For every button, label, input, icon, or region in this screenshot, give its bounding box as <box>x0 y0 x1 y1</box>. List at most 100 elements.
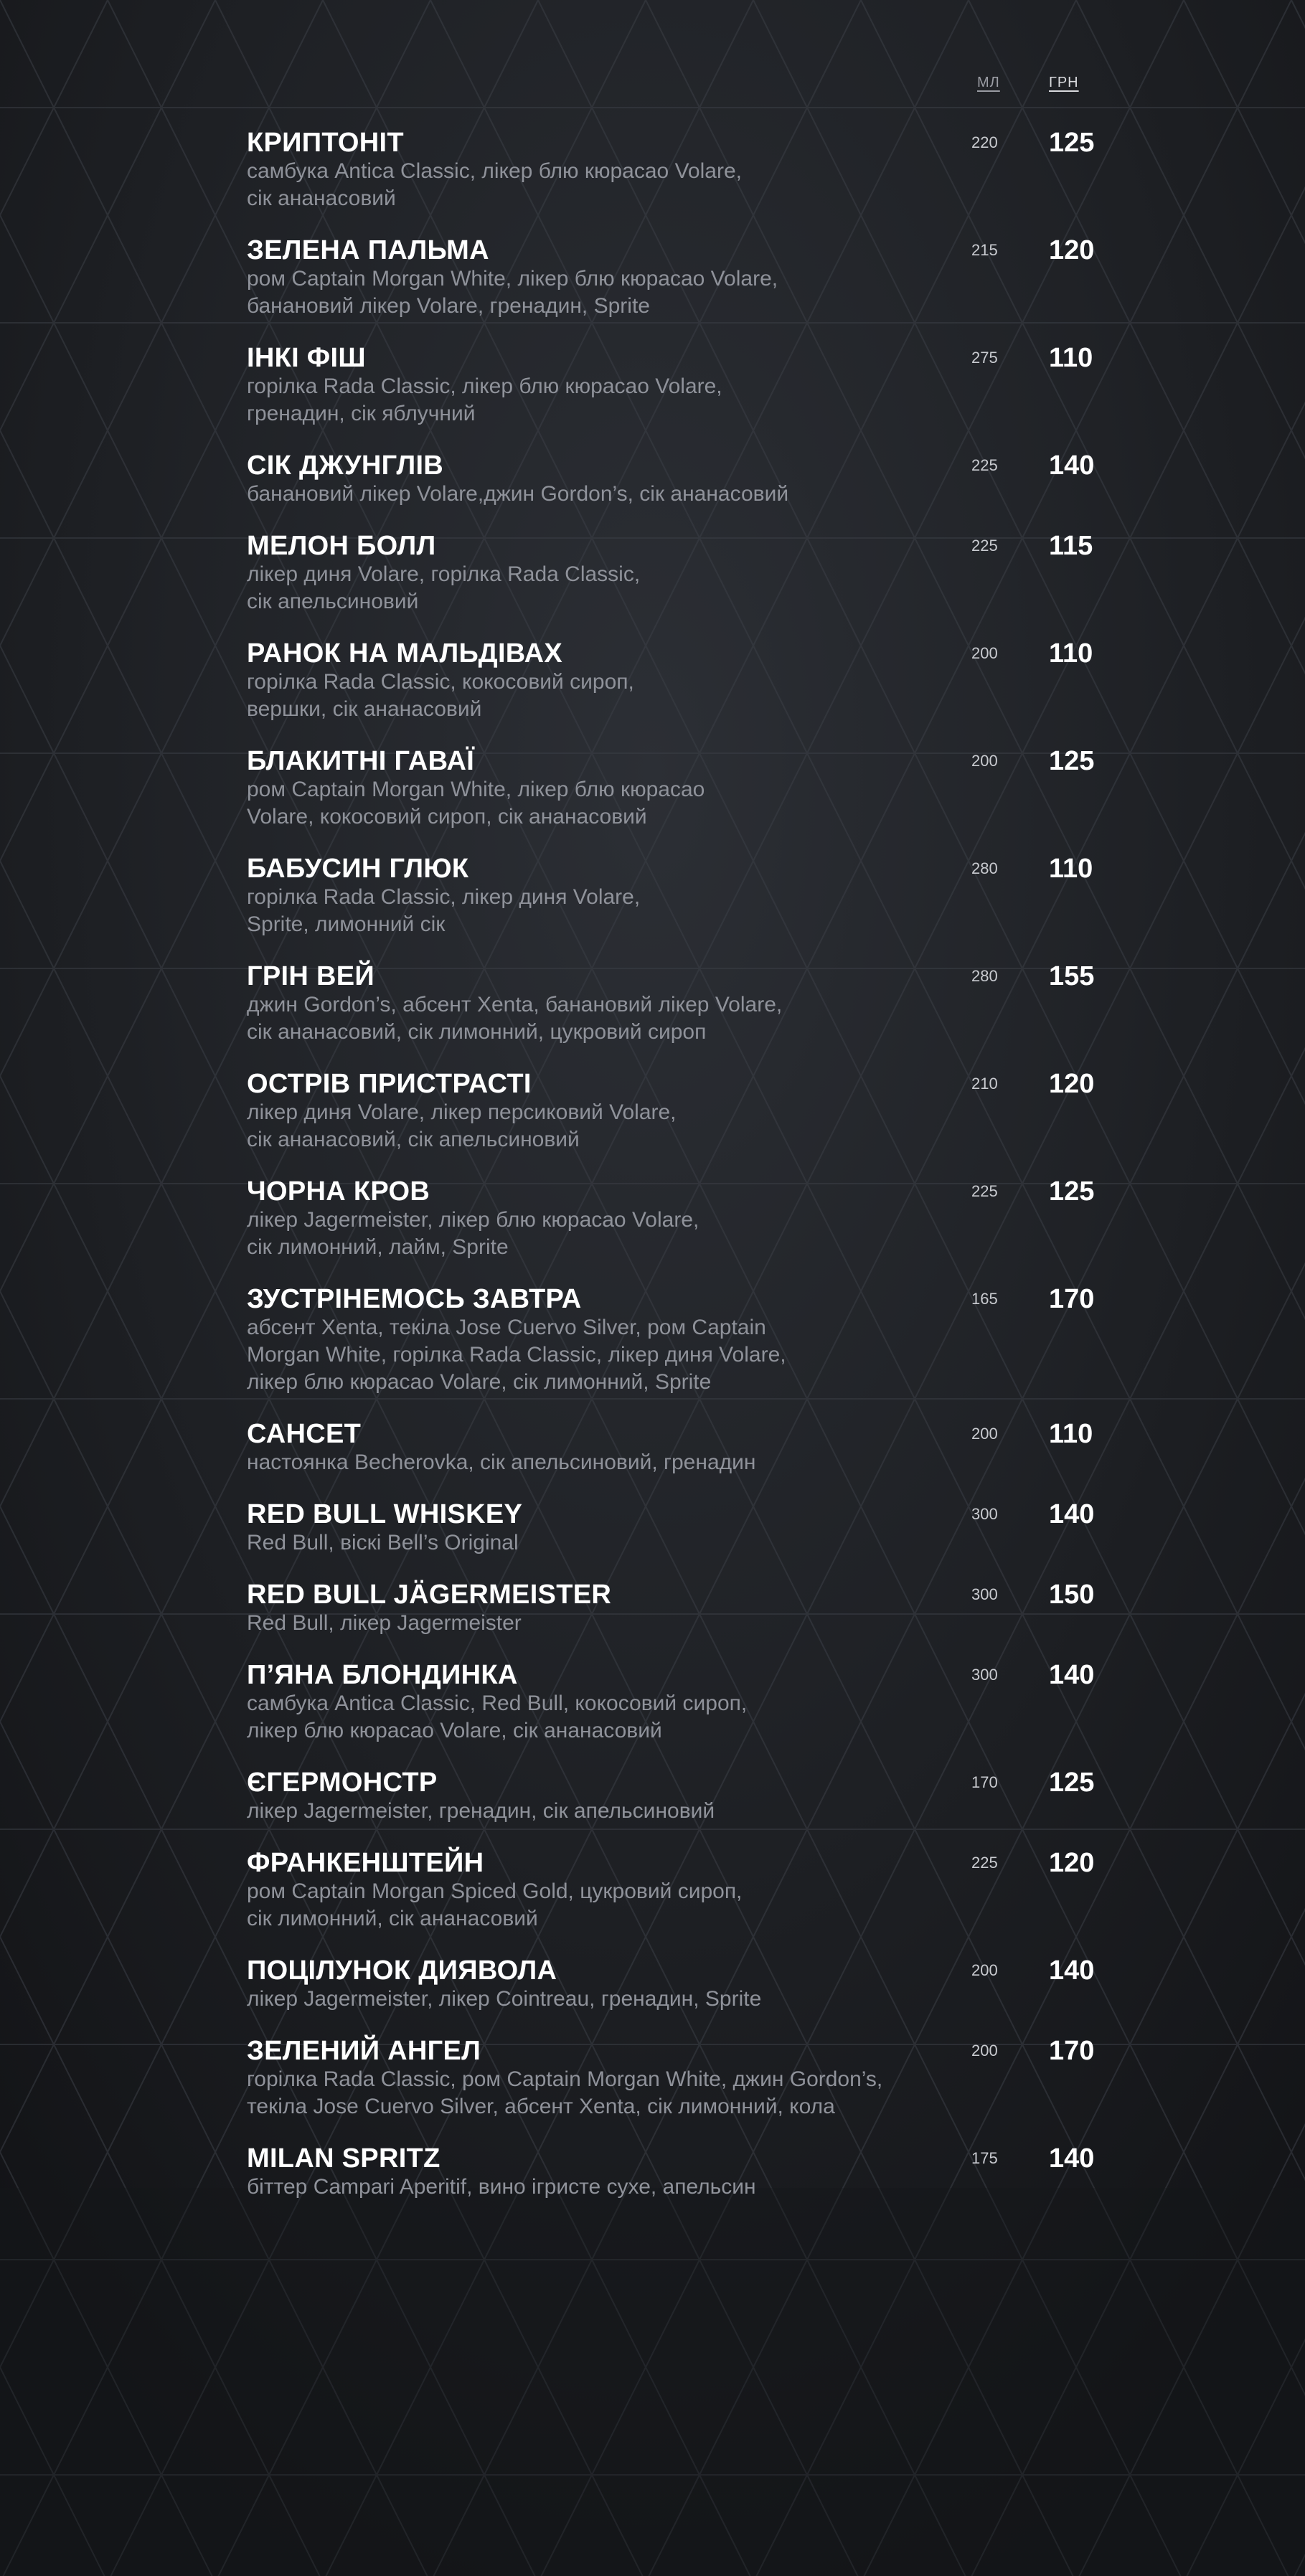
item-name: ЧОРНА КРОВ <box>247 1176 430 1207</box>
menu-item: МЕЛОН БОЛЛ лікер диня Volare, горілка Ra… <box>247 531 1179 615</box>
item-volume: 280 <box>971 859 998 877</box>
item-volume: 215 <box>971 241 998 259</box>
menu-item: БАБУСИН ГЛЮК горілка Rada Classic, лікер… <box>247 854 1179 938</box>
item-name: РАНОК НА МАЛЬДІВАХ <box>247 638 563 669</box>
menu-item: САНСЕТ настоянка Becherovka, сік апельси… <box>247 1419 1179 1476</box>
item-volume: 200 <box>971 644 998 662</box>
item-name: ГРІН ВЕЙ <box>247 961 374 991</box>
item-price: 110 <box>1049 638 1093 669</box>
item-volume: 200 <box>971 1961 998 1979</box>
item-description: лікер Jagermeister, лікер блю кюрасао Vo… <box>247 1208 699 1259</box>
item-name: ЗЕЛЕНИЙ АНГЕЛ <box>247 2036 481 2066</box>
item-name: ЄГЕРМОНСТР <box>247 1768 438 1798</box>
menu-item: MILAN SPRITZ біттер Campari Aperitif, ви… <box>247 2143 1179 2201</box>
item-volume: 225 <box>971 537 998 555</box>
item-price: 150 <box>1049 1580 1095 1610</box>
menu-item: RED BULL JÄGERMEISTER Red Bull, лікер Ja… <box>247 1580 1179 1637</box>
item-price: 170 <box>1049 1284 1095 1314</box>
item-description: Red Bull, лікер Jagermeister <box>247 1611 522 1635</box>
menu-item: ЄГЕРМОНСТР лікер Jagermeister, гренадин,… <box>247 1768 1179 1825</box>
menu-item: ІНКІ ФІШ горілка Rada Classic, лікер блю… <box>247 343 1179 428</box>
item-price: 120 <box>1049 1069 1095 1099</box>
item-name: БЛАКИТНІ ГАВАЇ <box>247 746 475 776</box>
item-description: лікер диня Volare, лікер персиковий Vola… <box>247 1100 677 1151</box>
item-description: самбука Antica Classic, Red Bull, кокосо… <box>247 1692 748 1742</box>
item-price: 140 <box>1049 2143 1095 2174</box>
item-volume: 220 <box>971 133 998 151</box>
item-volume: 300 <box>971 1505 998 1523</box>
item-price: 125 <box>1049 128 1095 158</box>
item-price: 125 <box>1049 1768 1095 1798</box>
item-price: 140 <box>1049 1499 1095 1529</box>
item-description: Red Bull, віскі Bell’s Original <box>247 1531 519 1554</box>
item-volume: 300 <box>971 1585 998 1603</box>
item-name: ЗЕЛЕНА ПАЛЬМА <box>247 235 489 265</box>
item-price: 115 <box>1049 531 1093 561</box>
item-volume: 225 <box>971 1182 998 1200</box>
item-volume: 225 <box>971 456 998 474</box>
menu-item: ОСТРІВ ПРИСТРАСТІ лікер диня Volare, лік… <box>247 1069 1179 1153</box>
item-description: настоянка Becherovka, сік апельсиновий, … <box>247 1450 756 1474</box>
item-price: 125 <box>1049 746 1095 776</box>
item-price: 110 <box>1049 1419 1093 1449</box>
item-description: лікер Jagermeister, гренадин, сік апельс… <box>247 1799 715 1823</box>
item-price: 110 <box>1049 854 1093 884</box>
item-name: МЕЛОН БОЛЛ <box>247 531 436 561</box>
item-description: горілка Rada Classic, ром Captain Morgan… <box>247 2067 883 2118</box>
menu-item: ЗЕЛЕНА ПАЛЬМА ром Captain Morgan White, … <box>247 235 1179 320</box>
item-volume: 280 <box>971 967 998 985</box>
item-description: самбука Antica Classic, лікер блю кюраса… <box>247 159 742 210</box>
item-description: лікер диня Volare, горілка Rada Classic,… <box>247 562 641 613</box>
menu-item: П’ЯНА БЛОНДИНКА самбука Antica Classic, … <box>247 1660 1179 1745</box>
item-volume: 200 <box>971 752 998 770</box>
menu-item: СІК ДЖУНГЛІВ банановий лікер Volare,джин… <box>247 450 1179 508</box>
item-volume: 170 <box>971 1773 998 1791</box>
item-description: ром Captain Morgan Spiced Gold, цукровий… <box>247 1879 743 1930</box>
item-volume: 275 <box>971 349 998 367</box>
item-price: 125 <box>1049 1176 1095 1207</box>
item-volume: 175 <box>971 2149 998 2167</box>
item-description: джин Gordon’s, абсент Xenta, банановий л… <box>247 993 783 1044</box>
item-name: БАБУСИН ГЛЮК <box>247 854 469 884</box>
item-description: горілка Rada Classic, кокосовий сироп, в… <box>247 670 634 721</box>
item-volume: 210 <box>971 1075 998 1093</box>
item-name: СІК ДЖУНГЛІВ <box>247 450 444 481</box>
item-name: П’ЯНА БЛОНДИНКА <box>247 1660 518 1690</box>
menu-item: ЗУСТРІНЕМОСЬ ЗАВТРА абсент Xenta, текіла… <box>247 1284 1179 1396</box>
item-name: ФРАНКЕНШТЕЙН <box>247 1848 484 1878</box>
menu-item: РАНОК НА МАЛЬДІВАХ горілка Rada Classic,… <box>247 638 1179 723</box>
item-description: горілка Rada Classic, лікер блю кюрасао … <box>247 374 722 425</box>
menu-item: ГРІН ВЕЙ джин Gordon’s, абсент Xenta, ба… <box>247 961 1179 1046</box>
item-description: банановий лікер Volare,джин Gordon’s, сі… <box>247 482 789 506</box>
item-price: 140 <box>1049 1955 1095 1986</box>
item-description: горілка Rada Classic, лікер диня Volare,… <box>247 885 641 936</box>
menu-item: ФРАНКЕНШТЕЙН ром Captain Morgan Spiced G… <box>247 1848 1179 1933</box>
item-price: 120 <box>1049 235 1095 265</box>
item-volume: 165 <box>971 1290 998 1308</box>
item-name: RED BULL JÄGERMEISTER <box>247 1580 612 1610</box>
item-description: абсент Xenta, текіла Jose Cuervo Silver,… <box>247 1316 786 1394</box>
item-name: ЗУСТРІНЕМОСЬ ЗАВТРА <box>247 1284 582 1314</box>
item-name: САНСЕТ <box>247 1419 362 1449</box>
item-price: 110 <box>1049 343 1093 373</box>
item-description: лікер Jagermeister, лікер Cointreau, гре… <box>247 1987 762 2011</box>
item-price: 120 <box>1049 1848 1095 1878</box>
item-description: ром Captain Morgan White, лікер блю кюра… <box>247 778 705 829</box>
item-volume: 300 <box>971 1666 998 1684</box>
item-name: RED BULL WHISKEY <box>247 1499 523 1529</box>
menu-item: БЛАКИТНІ ГАВАЇ ром Captain Morgan White,… <box>247 746 1179 831</box>
item-price: 170 <box>1049 2036 1095 2066</box>
menu-item: ЧОРНА КРОВ лікер Jagermeister, лікер блю… <box>247 1176 1179 1261</box>
item-description: ром Captain Morgan White, лікер блю кюра… <box>247 267 778 318</box>
item-price: 155 <box>1049 961 1095 991</box>
menu-item: КРИПТОНІТ самбука Antica Classic, лікер … <box>247 128 1179 212</box>
item-volume: 225 <box>971 1854 998 1872</box>
item-volume: 200 <box>971 2042 998 2060</box>
item-name: ПОЦІЛУНОК ДИЯВОЛА <box>247 1955 557 1986</box>
item-price: 140 <box>1049 1660 1095 1690</box>
item-volume: 200 <box>971 1425 998 1443</box>
cocktail-menu: КРИПТОНІТ самбука Antica Classic, лікер … <box>0 0 1305 2576</box>
item-description: біттер Campari Aperitif, вино ігристе су… <box>247 2175 756 2199</box>
menu-item: ЗЕЛЕНИЙ АНГЕЛ горілка Rada Classic, ром … <box>247 2036 1179 2120</box>
item-name: ОСТРІВ ПРИСТРАСТІ <box>247 1069 532 1099</box>
